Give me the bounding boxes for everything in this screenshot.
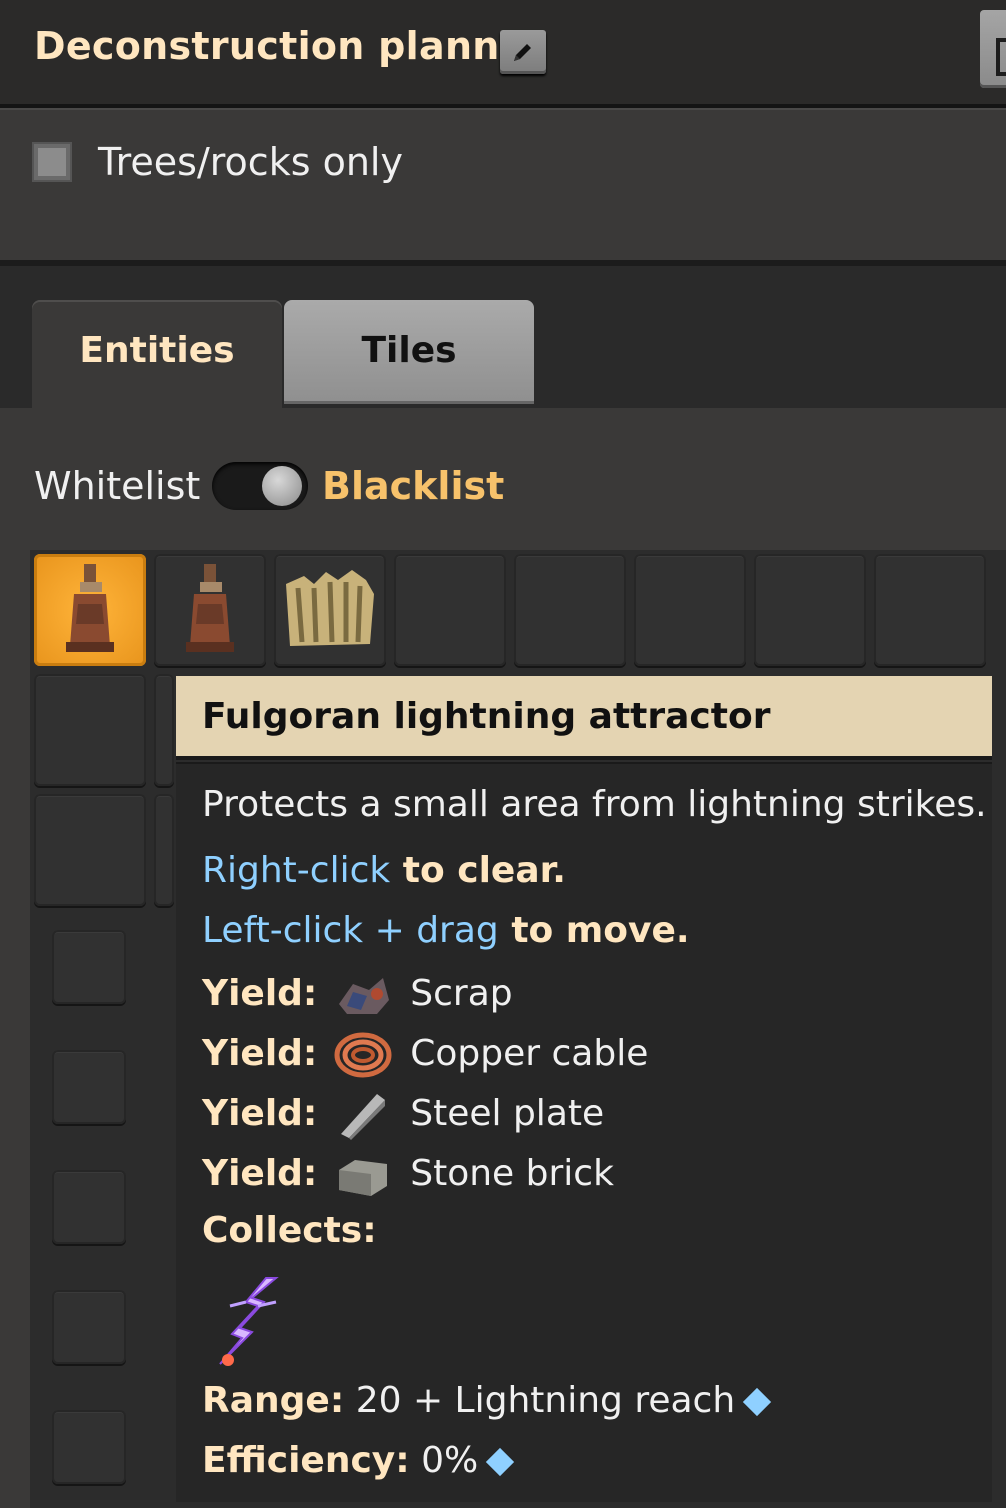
filter-slot[interactable] <box>514 554 626 666</box>
trees-rocks-only-checkbox[interactable] <box>32 142 72 182</box>
filter-slot[interactable] <box>154 674 174 786</box>
window-title: Deconstruction planner <box>34 24 545 68</box>
yield-row: Yield: Copper cable <box>202 1030 648 1080</box>
filter-slot[interactable] <box>634 554 746 666</box>
filter-slot[interactable] <box>154 554 266 666</box>
collects-label: Collects: <box>202 1210 377 1251</box>
efficiency-row: Efficiency: 0% <box>202 1440 515 1481</box>
filter-slot[interactable] <box>34 554 146 666</box>
lightning-attractor-icon <box>66 564 114 652</box>
scrap-icon <box>338 978 389 1014</box>
switch-knob[interactable] <box>262 466 302 506</box>
filter-slot[interactable] <box>52 1050 126 1124</box>
tab-entities[interactable]: Entities <box>32 300 282 410</box>
whitelist-label[interactable]: Whitelist <box>34 464 200 508</box>
stone-brick-icon <box>338 1160 387 1196</box>
whitelist-blacklist-switch[interactable] <box>212 462 308 510</box>
yield-row: Yield: Stone brick <box>202 1150 614 1200</box>
filter-slot[interactable] <box>34 674 146 786</box>
filter-slot[interactable] <box>52 1410 126 1484</box>
yield-row: Yield: Scrap <box>202 970 513 1020</box>
hint-left-click: Left-click + drag to move. <box>202 910 690 951</box>
yield-row: Yield: Steel plate <box>202 1090 604 1140</box>
rename-button[interactable] <box>500 30 546 74</box>
tooltip-title: Fulgoran lightning attractor <box>202 696 771 737</box>
lightning-icon <box>219 1277 279 1366</box>
tab-strip: Entities Tiles <box>0 266 1006 410</box>
blacklist-label[interactable]: Blacklist <box>322 464 504 508</box>
options-panel: Trees/rocks only <box>0 108 1006 266</box>
info-diamond-icon <box>486 1447 515 1477</box>
tooltip-description-box: Protects a small area from lightning str… <box>176 762 992 842</box>
info-diamond-icon <box>743 1387 772 1417</box>
title-bar: Deconstruction planner <box>0 0 1006 108</box>
filter-slot[interactable] <box>52 1170 126 1244</box>
filter-slot[interactable] <box>34 794 146 906</box>
filter-slot[interactable] <box>394 554 506 666</box>
tab-tiles[interactable]: Tiles <box>284 300 534 404</box>
tooltip-body: Right-click to clear. Left-click + drag … <box>176 840 992 1502</box>
filter-slot[interactable] <box>52 1290 126 1364</box>
close-icon <box>996 38 1006 76</box>
lightning-attractor-icon <box>186 564 234 652</box>
filter-slot[interactable] <box>154 794 174 906</box>
checkbox-label: Trees/rocks only <box>98 140 403 184</box>
tooltip-title-bar: Fulgoran lightning attractor <box>176 676 992 756</box>
pencil-icon <box>514 44 531 61</box>
filter-slot[interactable] <box>52 930 126 1004</box>
steel-plate-icon <box>340 1094 385 1140</box>
hint-right-click: Right-click to clear. <box>202 850 566 891</box>
filter-slot[interactable] <box>874 554 986 666</box>
filter-slot[interactable] <box>274 554 386 666</box>
range-row: Range: 20 + Lightning reach <box>202 1380 772 1421</box>
tooltip-description: Protects a small area from lightning str… <box>202 784 987 825</box>
ruin-wall-icon <box>286 570 374 646</box>
copper-cable-icon <box>334 1032 392 1078</box>
filter-slot[interactable] <box>754 554 866 666</box>
close-button[interactable] <box>980 10 1006 88</box>
